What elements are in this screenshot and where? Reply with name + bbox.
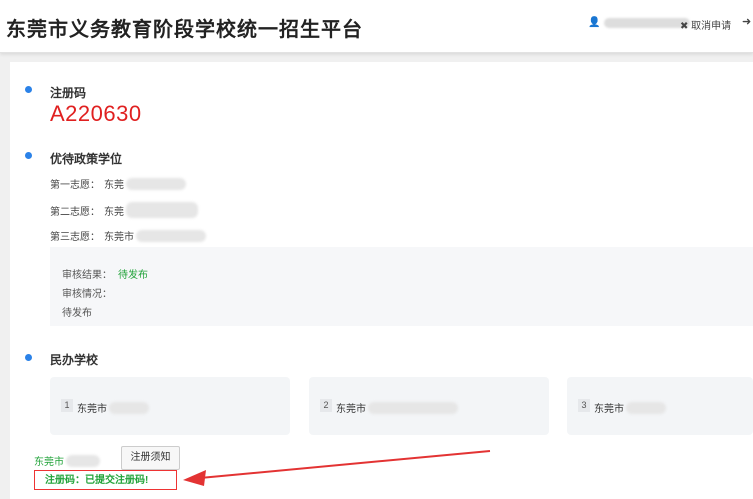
timeline-dot [25, 152, 32, 159]
review-result-value: 待发布 [118, 270, 148, 281]
review-situation-label: 审核情况： [62, 289, 112, 300]
wish-label: 第二志愿： [50, 206, 100, 218]
user-name-redacted [604, 17, 691, 28]
review-result-label: 审核结果： [62, 270, 112, 281]
wish-row-2: 第二志愿： 东莞 [50, 202, 198, 218]
timeline-dot [25, 86, 32, 93]
school-name-text: 东莞市 [77, 404, 107, 415]
school-name: 东莞市 [336, 400, 458, 415]
school-name: 东莞市 [77, 400, 149, 415]
wish-school: 东莞 [104, 180, 124, 191]
user-icon: 👤 [588, 17, 601, 28]
school-name: 东莞市 [594, 400, 666, 415]
redacted-text [109, 401, 149, 414]
user-info[interactable]: 👤 [588, 17, 691, 28]
review-situation-value: 待发布 [62, 308, 92, 319]
wish-row-1: 第一志愿： 东莞 [50, 176, 186, 191]
private-school-card-1[interactable]: 1 东莞市 [50, 377, 290, 435]
wish-school: 东莞 [104, 206, 124, 218]
timeline-dot [25, 354, 32, 361]
redacted-text [626, 401, 666, 414]
private-school-card-3[interactable]: 3 东莞市 [567, 377, 753, 435]
logout-icon[interactable]: ➜ [742, 15, 751, 28]
cancel-application-button[interactable]: ✖ 取消申请 [680, 17, 731, 32]
wish-row-3: 第三志愿： 东莞市 [50, 228, 206, 243]
private-school-label: 民办学校 [50, 353, 99, 367]
header: 东莞市义务教育阶段学校统一招生平台 👤 ✖ 取消申请 ➜ [0, 0, 753, 53]
redacted-text [368, 401, 458, 414]
wish-label: 第三志愿： [50, 232, 100, 243]
school-number: 2 [320, 399, 332, 412]
registration-label: 注册码 [50, 86, 87, 100]
school-number: 3 [578, 399, 590, 412]
redacted-text [126, 202, 198, 218]
review-box: 审核结果： 待发布 审核情况： 待发布 [50, 247, 753, 326]
redacted-text [136, 229, 206, 242]
school-number: 1 [61, 399, 73, 412]
registration-code: A220630 [50, 101, 142, 126]
page-title: 东莞市义务教育阶段学校统一招生平台 [6, 19, 363, 41]
registration-notice-button[interactable]: 注册须知 [121, 446, 180, 470]
registration-status: 注册码：已提交注册码! [34, 470, 177, 490]
school-name-text: 东莞市 [336, 404, 366, 415]
school-name-text: 东莞市 [594, 404, 624, 415]
bottom-school-name: 东莞市 [34, 453, 100, 468]
redacted-text [66, 454, 100, 467]
private-school-card-2[interactable]: 2 东莞市 [309, 377, 549, 435]
review-result: 审核结果： 待发布 [62, 266, 148, 281]
wish-label: 第一志愿： [50, 180, 100, 191]
wish-school: 东莞市 [104, 232, 134, 243]
redacted-text [126, 177, 186, 190]
policy-label: 优待政策学位 [50, 152, 123, 166]
bottom-school-text: 东莞市 [34, 457, 64, 468]
